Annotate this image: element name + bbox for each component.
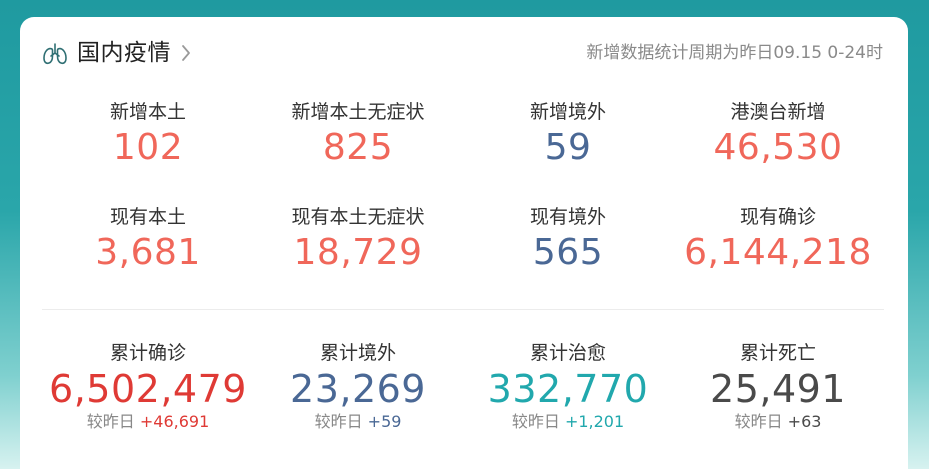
delta-label: 较昨日 [511, 412, 560, 431]
stat-total-deaths: 累计死亡 25,491 较昨日 +63 [673, 339, 883, 433]
stat-label: 累计确诊 [109, 342, 186, 364]
stat-delta: 较昨日 +46,691 [43, 411, 253, 433]
lungs-icon [43, 43, 67, 65]
stat-label: 现有本土 [109, 206, 186, 228]
stat-total-confirmed: 累计确诊 6,502,479 较昨日 +46,691 [43, 339, 253, 433]
stat-label: 累计死亡 [739, 342, 816, 364]
stat-current-local: 现有本土 3,681 [43, 203, 253, 275]
stat-total-recovered: 累计治愈 332,770 较昨日 +1,201 [463, 339, 673, 433]
page-title: 国内疫情 [77, 40, 171, 66]
stat-label: 新增本土无症状 [291, 101, 425, 123]
stat-label: 累计境外 [319, 342, 396, 364]
stat-label: 现有确诊 [739, 206, 816, 228]
stat-value: 46,530 [713, 127, 843, 168]
stat-label: 现有本土无症状 [291, 206, 425, 228]
stat-value: 565 [532, 232, 604, 273]
stat-label: 港澳台新增 [730, 101, 826, 123]
stat-value: 6,144,218 [684, 232, 872, 273]
stat-label: 现有境外 [529, 206, 606, 228]
card-header[interactable]: 国内疫情 新增数据统计周期为昨日09.15 0-24时 [20, 17, 908, 89]
chevron-right-icon[interactable] [180, 43, 192, 63]
delta-value: +46,691 [139, 412, 210, 431]
stat-new-local-asymptomatic: 新增本土无症状 825 [253, 98, 463, 170]
stat-value: 23,269 [290, 367, 426, 411]
stat-value: 825 [322, 127, 394, 168]
stats-period-note: 新增数据统计周期为昨日09.15 0-24时 [586, 43, 883, 63]
delta-value: +1,201 [564, 412, 625, 431]
section-divider [42, 309, 884, 310]
delta-label: 较昨日 [734, 412, 783, 431]
domestic-epidemic-card: 国内疫情 新增数据统计周期为昨日09.15 0-24时 新增本土 102 新增本… [20, 17, 908, 469]
delta-label: 较昨日 [86, 412, 135, 431]
stat-new-hk-macao-taiwan: 港澳台新增 46,530 [673, 98, 883, 170]
stat-label: 新增本土 [109, 101, 186, 123]
stat-current-local-asymptomatic: 现有本土无症状 18,729 [253, 203, 463, 275]
stat-value: 102 [112, 127, 184, 168]
delta-value: +59 [367, 412, 402, 431]
stat-value: 332,770 [487, 367, 649, 411]
stat-delta: 较昨日 +59 [253, 411, 463, 433]
stat-value: 3,681 [95, 232, 201, 273]
stat-label: 新增境外 [529, 101, 606, 123]
delta-value: +63 [787, 412, 822, 431]
stat-total-imported: 累计境外 23,269 较昨日 +59 [253, 339, 463, 433]
stat-delta: 较昨日 +1,201 [463, 411, 673, 433]
delta-label: 较昨日 [314, 412, 363, 431]
stat-value: 18,729 [293, 232, 423, 273]
stat-value: 6,502,479 [49, 367, 247, 411]
stat-value: 59 [544, 127, 592, 168]
stat-value: 25,491 [710, 367, 846, 411]
stat-current-confirmed: 现有确诊 6,144,218 [673, 203, 883, 275]
stat-label: 累计治愈 [529, 342, 606, 364]
stat-new-local: 新增本土 102 [43, 98, 253, 170]
stat-new-imported: 新增境外 59 [463, 98, 673, 170]
stat-current-imported: 现有境外 565 [463, 203, 673, 275]
stat-delta: 较昨日 +63 [673, 411, 883, 433]
